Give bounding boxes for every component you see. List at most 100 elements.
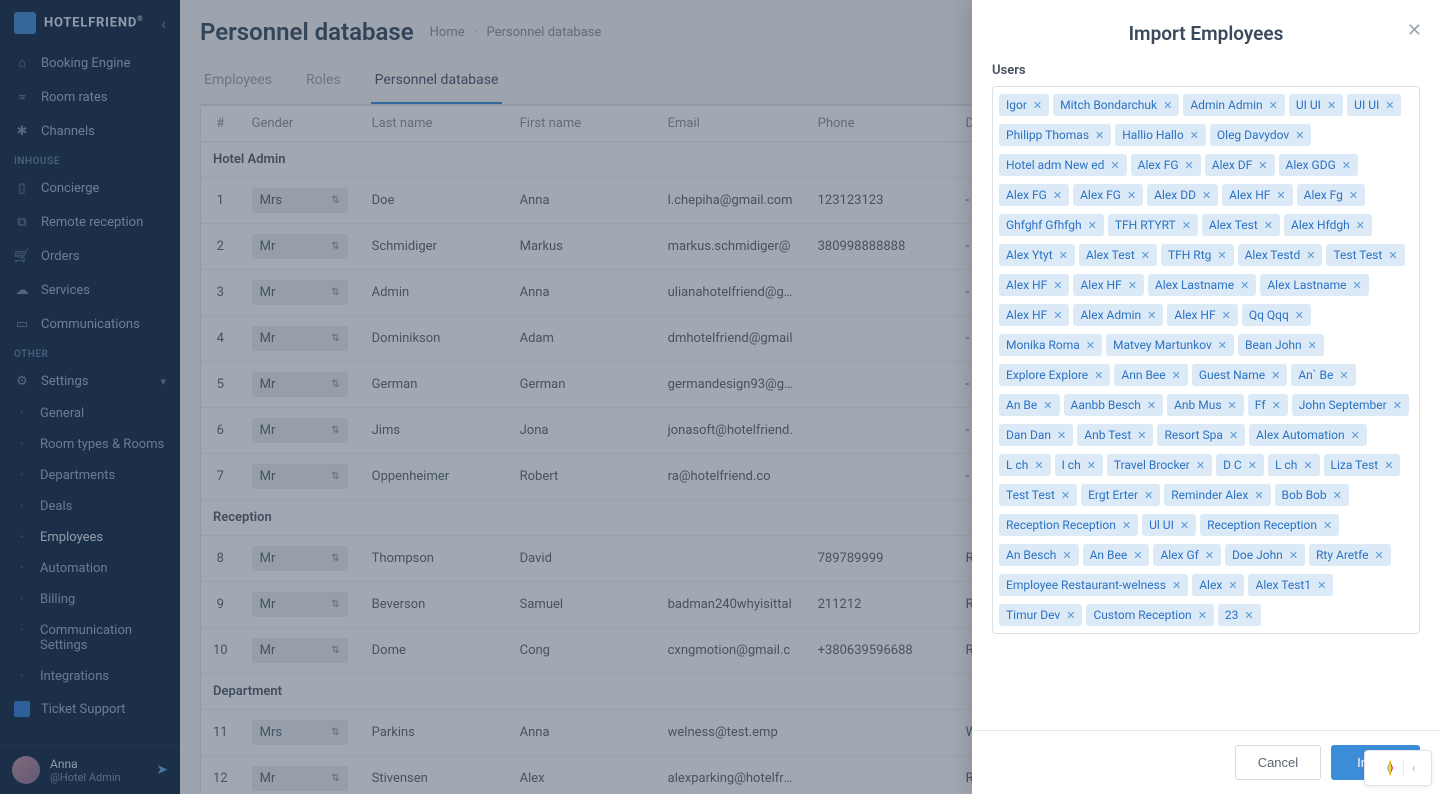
user-chip[interactable]: Test Test✕ (999, 484, 1077, 506)
user-chip[interactable]: Bob Bob✕ (1275, 484, 1349, 506)
user-chip[interactable]: Alex Automation✕ (1249, 424, 1367, 446)
user-chip[interactable]: Alex FG✕ (999, 184, 1069, 206)
user-chip[interactable]: Hotel adm New ed✕ (999, 154, 1127, 176)
user-chip[interactable]: Matvey Martunkov✕ (1106, 334, 1234, 356)
chip-remove-icon[interactable]: ✕ (1384, 459, 1393, 472)
chip-remove-icon[interactable]: ✕ (1272, 399, 1281, 412)
user-chip[interactable]: Admin Admin✕ (1183, 94, 1285, 116)
chip-remove-icon[interactable]: ✕ (1110, 159, 1119, 172)
user-chip[interactable]: Monika Roma✕ (999, 334, 1102, 356)
user-chip[interactable]: 23✕ (1218, 604, 1261, 626)
chip-remove-icon[interactable]: ✕ (1059, 249, 1068, 262)
user-chip[interactable]: Aanbb Besch✕ (1064, 394, 1164, 416)
chip-remove-icon[interactable]: ✕ (1374, 549, 1383, 562)
user-chip[interactable]: Alex FG✕ (1131, 154, 1201, 176)
chip-remove-icon[interactable]: ✕ (1333, 489, 1342, 502)
user-chip[interactable]: Anb Mus✕ (1167, 394, 1244, 416)
chip-remove-icon[interactable]: ✕ (1147, 309, 1156, 322)
user-chip[interactable]: Employee Restaurant-welness✕ (999, 574, 1188, 596)
chip-remove-icon[interactable]: ✕ (1327, 99, 1336, 112)
chip-remove-icon[interactable]: ✕ (1127, 189, 1136, 202)
chip-remove-icon[interactable]: ✕ (1182, 219, 1191, 232)
chip-remove-icon[interactable]: ✕ (1163, 99, 1172, 112)
chip-remove-icon[interactable]: ✕ (1306, 249, 1315, 262)
chip-remove-icon[interactable]: ✕ (1349, 189, 1358, 202)
user-chip[interactable]: Liza Test✕ (1324, 454, 1401, 476)
chip-remove-icon[interactable]: ✕ (1053, 189, 1062, 202)
chip-remove-icon[interactable]: ✕ (1295, 129, 1304, 142)
user-chip[interactable]: Alex Admin✕ (1073, 304, 1163, 326)
chip-remove-icon[interactable]: ✕ (1034, 459, 1043, 472)
user-chip[interactable]: TFH Rtg✕ (1161, 244, 1234, 266)
chip-remove-icon[interactable]: ✕ (1385, 99, 1394, 112)
user-chip[interactable]: Explore Explore✕ (999, 364, 1110, 386)
chip-remove-icon[interactable]: ✕ (1271, 369, 1280, 382)
user-chip[interactable]: Reception Reception✕ (999, 514, 1138, 536)
chip-remove-icon[interactable]: ✕ (1061, 489, 1070, 502)
chip-remove-icon[interactable]: ✕ (1228, 399, 1237, 412)
user-chip[interactable]: Ann Bee✕ (1114, 364, 1187, 386)
chip-remove-icon[interactable]: ✕ (1222, 309, 1231, 322)
chip-remove-icon[interactable]: ✕ (1172, 579, 1181, 592)
user-chip[interactable]: An Be✕ (999, 394, 1060, 416)
chip-remove-icon[interactable]: ✕ (1141, 249, 1150, 262)
user-chip[interactable]: Custom Reception✕ (1086, 604, 1213, 626)
user-chip[interactable]: Alex DD✕ (1147, 184, 1218, 206)
user-chip[interactable]: D C✕ (1216, 454, 1264, 476)
user-chip[interactable]: Guest Name✕ (1192, 364, 1287, 386)
user-chip[interactable]: I ch✕ (1055, 454, 1103, 476)
user-chip[interactable]: An Bee✕ (1083, 544, 1150, 566)
user-chip[interactable]: Alex HF✕ (1167, 304, 1237, 326)
chip-remove-icon[interactable]: ✕ (1276, 189, 1285, 202)
chip-remove-icon[interactable]: ✕ (1218, 339, 1227, 352)
chip-remove-icon[interactable]: ✕ (1323, 519, 1332, 532)
cancel-button[interactable]: Cancel (1235, 745, 1321, 780)
chip-remove-icon[interactable]: ✕ (1342, 159, 1351, 172)
chip-remove-icon[interactable]: ✕ (1217, 249, 1226, 262)
user-chip[interactable]: Doe John✕ (1225, 544, 1305, 566)
user-chip[interactable]: Ff✕ (1248, 394, 1288, 416)
chip-remove-icon[interactable]: ✕ (1229, 429, 1238, 442)
user-chip[interactable]: Alex GDG✕ (1279, 154, 1358, 176)
chip-remove-icon[interactable]: ✕ (1057, 429, 1066, 442)
chip-remove-icon[interactable]: ✕ (1303, 459, 1312, 472)
user-chip[interactable]: UI UI✕ (1347, 94, 1401, 116)
chip-remove-icon[interactable]: ✕ (1198, 609, 1207, 622)
chip-remove-icon[interactable]: ✕ (1258, 159, 1267, 172)
user-chip[interactable]: Philipp Thomas✕ (999, 124, 1111, 146)
user-chip[interactable]: Igor✕ (999, 94, 1049, 116)
chip-remove-icon[interactable]: ✕ (1317, 579, 1326, 592)
user-chip[interactable]: Alex Test✕ (1202, 214, 1280, 236)
user-chip[interactable]: Alex HF✕ (999, 274, 1069, 296)
chip-remove-icon[interactable]: ✕ (1308, 339, 1317, 352)
user-chip[interactable]: L ch✕ (1268, 454, 1320, 476)
user-chip[interactable]: Alex Lastname✕ (1260, 274, 1368, 296)
user-chip[interactable]: Alex Hfdgh✕ (1284, 214, 1372, 236)
chip-remove-icon[interactable]: ✕ (1172, 369, 1181, 382)
user-chip[interactable]: UI UI✕ (1289, 94, 1343, 116)
user-chip[interactable]: Alex DF✕ (1205, 154, 1275, 176)
chip-remove-icon[interactable]: ✕ (1094, 369, 1103, 382)
user-chip[interactable]: Travel Brocker✕ (1107, 454, 1212, 476)
user-chip[interactable]: L ch✕ (999, 454, 1051, 476)
chip-remove-icon[interactable]: ✕ (1205, 549, 1214, 562)
user-chip[interactable]: Alex Fg✕ (1297, 184, 1366, 206)
chip-remove-icon[interactable]: ✕ (1180, 519, 1189, 532)
user-chip[interactable]: Alex Testd✕ (1238, 244, 1323, 266)
chip-remove-icon[interactable]: ✕ (1240, 279, 1249, 292)
chip-remove-icon[interactable]: ✕ (1122, 519, 1131, 532)
chip-remove-icon[interactable]: ✕ (1088, 219, 1097, 232)
chip-remove-icon[interactable]: ✕ (1144, 489, 1153, 502)
user-chip[interactable]: Ergt Erter✕ (1081, 484, 1160, 506)
user-chip[interactable]: Alex Test✕ (1079, 244, 1157, 266)
chip-remove-icon[interactable]: ✕ (1086, 339, 1095, 352)
user-chip[interactable]: Resort Spa✕ (1157, 424, 1245, 446)
chip-remove-icon[interactable]: ✕ (1202, 189, 1211, 202)
chip-remove-icon[interactable]: ✕ (1388, 249, 1397, 262)
user-chip[interactable]: Alex FG✕ (1073, 184, 1143, 206)
chip-remove-icon[interactable]: ✕ (1244, 609, 1253, 622)
chip-remove-icon[interactable]: ✕ (1147, 399, 1156, 412)
users-chips[interactable]: Igor✕Mitch Bondarchuk✕Admin Admin✕UI UI✕… (992, 86, 1420, 634)
chip-remove-icon[interactable]: ✕ (1095, 129, 1104, 142)
chip-remove-icon[interactable]: ✕ (1339, 369, 1348, 382)
